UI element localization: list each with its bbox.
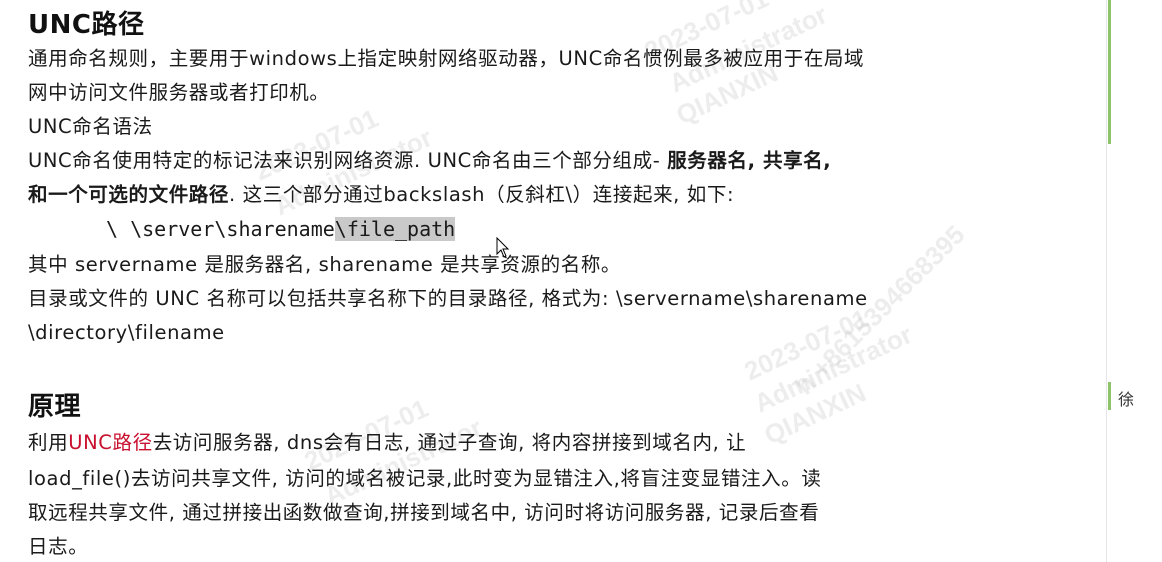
selected-text[interactable]: \file_path	[334, 217, 456, 241]
paragraph-line: UNC命名使用特定的标记法来识别网络资源. UNC命名由三个部分组成- 服务器名…	[28, 148, 831, 174]
section-title-principle: 原理	[28, 392, 82, 422]
watermark-user-3: Administrator	[749, 319, 917, 419]
watermark-org-3: QIANXIN	[759, 377, 871, 451]
paragraph-line: 取远程共享文件, 通过拼接出函数做查询,拼接到域名中, 访问时将访问服务器, 记…	[28, 501, 820, 524]
watermark-date-3: 2023-07-01	[739, 302, 873, 387]
paragraph-line: 网中访问文件服务器或者打印机。	[28, 81, 330, 104]
paragraph-line: 日志。	[28, 535, 89, 558]
paragraph-line: 利用UNC路径去访问服务器, dns会有日志, 通过子查询, 将内容拼接到域名内…	[28, 430, 746, 456]
text-bold: 和一个可选的文件路径	[28, 183, 230, 206]
comment-author-label[interactable]: 徐	[1118, 386, 1134, 410]
change-marker-bar	[1108, 0, 1111, 144]
section-title-unc: UNC路径	[28, 10, 145, 40]
watermark-user-4: Administrator	[319, 412, 487, 512]
paragraph-line: 其中 servername 是服务器名, sharename 是共享资源的名称。	[28, 253, 622, 276]
document-page: 2023-07-01 Administrator QIANXIN 2023-07…	[0, 0, 1162, 562]
text-normal: . 这三个部分通过backslash（反斜杠\）连接起来, 如下:	[229, 183, 735, 206]
mouse-cursor-icon	[496, 237, 510, 258]
change-marker-bar	[1108, 382, 1111, 410]
paragraph-line: \directory\filename	[28, 321, 225, 344]
text-normal: 利用	[28, 431, 69, 454]
example-prefix: \ \server\sharename	[106, 217, 335, 241]
paragraph-line: 目录或文件的 UNC 名称可以包括共享名称下的目录路径, 格式为: \serve…	[28, 287, 868, 310]
unc-example: \ \server\sharename\file_path	[106, 216, 456, 242]
paragraph-line: 通用命名规则，主要用于windows上指定映射网络驱动器，UNC命名惯例最多被应…	[28, 47, 865, 70]
text-normal: UNC命名使用特定的标记法来识别网络资源. UNC命名由三个部分组成-	[28, 149, 668, 172]
paragraph-line: 和一个可选的文件路径. 这三个部分通过backslash（反斜杠\）连接起来, …	[28, 182, 734, 208]
right-divider	[1106, 0, 1107, 562]
paragraph-line: load_file()去访问共享文件, 访问的域名被记录,此时变为显错注入,将盲…	[28, 467, 822, 490]
text-bold: 服务器名, 共享名,	[667, 149, 832, 172]
syntax-label: UNC命名语法	[28, 115, 153, 138]
text-red-highlight: UNC路径	[68, 431, 153, 454]
text-normal: 去访问服务器, dns会有日志, 通过子查询, 将内容拼接到域名内, 让	[152, 431, 747, 454]
